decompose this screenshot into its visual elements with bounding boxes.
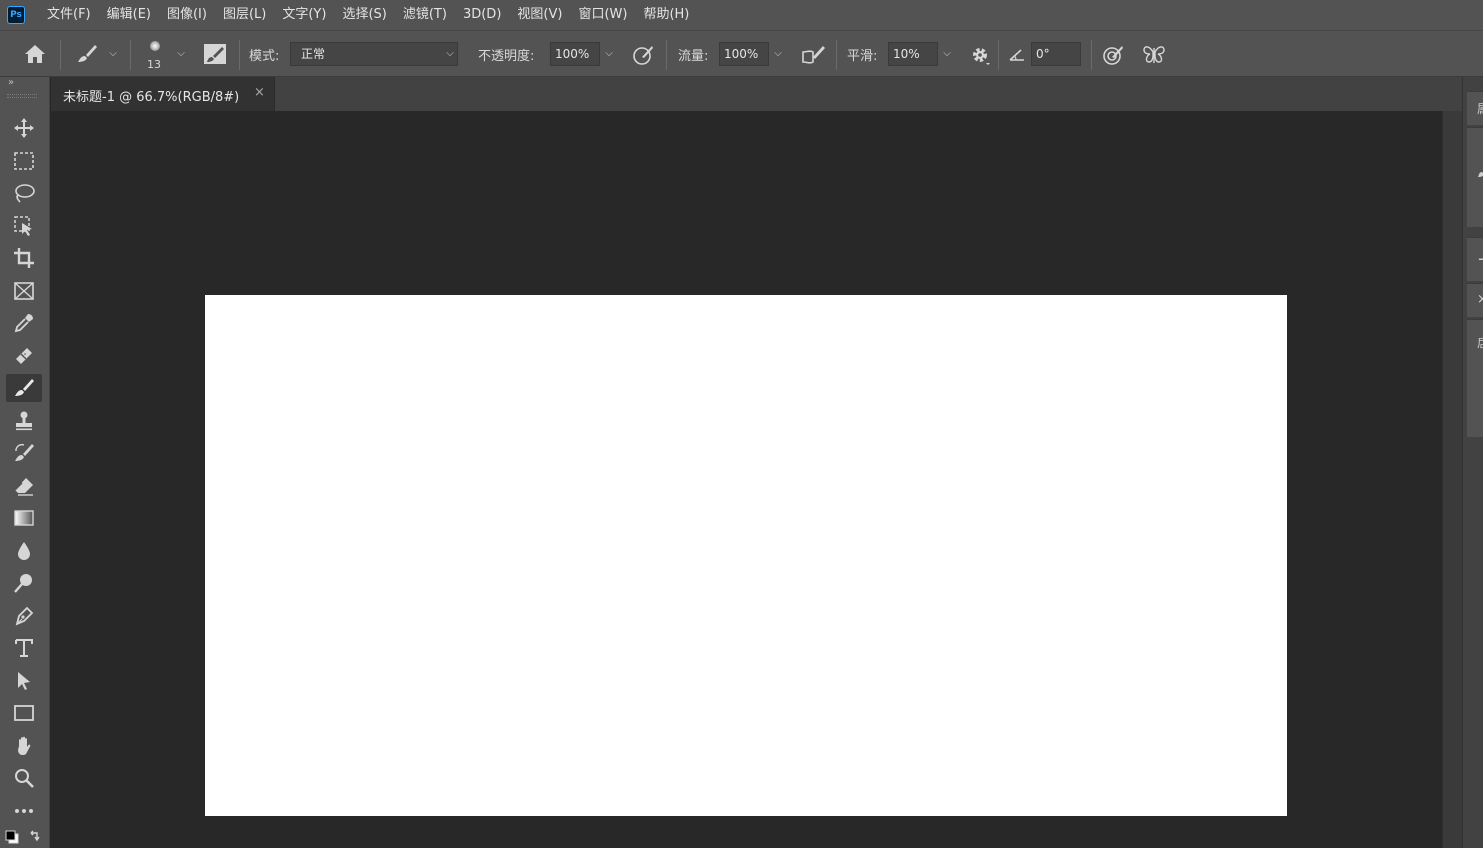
separator — [666, 40, 667, 70]
plus-glyph: + — [1477, 249, 1483, 270]
angle-icon — [1008, 47, 1026, 63]
menu-type[interactable]: 文字(Y) — [274, 0, 334, 30]
healing-brush-icon[interactable] — [6, 342, 42, 370]
chevron-down-icon[interactable]: ⌵ — [600, 42, 618, 66]
layers-glyph: 扂 — [1477, 334, 1483, 351]
vertical-scrollbar[interactable] — [1442, 111, 1462, 848]
chevron-down-icon[interactable]: ⌵ — [441, 42, 459, 66]
opacity-input[interactable]: 100% — [550, 42, 600, 66]
object-selection-icon[interactable] — [6, 212, 42, 240]
crop-icon[interactable] — [6, 244, 42, 272]
document-canvas[interactable] — [205, 295, 1287, 816]
symmetry-butterfly-icon[interactable] — [1142, 44, 1166, 66]
menu-file[interactable]: 文件(F) — [39, 0, 99, 30]
zoom-icon[interactable] — [6, 764, 42, 792]
menu-layer[interactable]: 图层(L) — [215, 0, 274, 30]
lasso-icon[interactable] — [6, 179, 42, 207]
opacity-label: 不透明度: — [478, 49, 535, 64]
more-tools-icon[interactable] — [6, 797, 42, 825]
menu-bar: Ps 文件(F) 编辑(E) 图像(I) 图层(L) 文字(Y) 选择(S) 滤… — [0, 0, 1483, 30]
photoshop-logo: Ps — [7, 6, 25, 24]
layers-panel-button[interactable]: 扂 — [1467, 319, 1483, 437]
properties-glyph: 属 — [1477, 100, 1483, 117]
document-tab-title: 未标题-1 @ 66.7%(RGB/8#) — [63, 90, 240, 105]
menu-filter[interactable]: 滤镜(T) — [395, 0, 455, 30]
frame-icon[interactable] — [6, 277, 42, 305]
collapse-toolbar-icon[interactable]: » — [8, 77, 14, 88]
close-panel-button[interactable]: × — [1467, 283, 1483, 317]
separator — [836, 40, 837, 70]
chevron-down-icon[interactable]: ⌵ — [938, 42, 956, 66]
document-tab-bar: 未标题-1 @ 66.7%(RGB/8#) × — [51, 77, 1462, 111]
smoothing-label: 平滑: — [847, 49, 878, 64]
properties-panel-button[interactable]: 属 — [1467, 91, 1483, 125]
menu-view[interactable]: 视图(V) — [509, 0, 570, 30]
menu-help[interactable]: 帮助(H) — [635, 0, 697, 30]
brush-settings-panel-icon[interactable] — [203, 43, 227, 65]
rectangular-marquee-icon[interactable] — [6, 147, 42, 175]
close-icon[interactable]: × — [254, 85, 265, 100]
logo-text: Ps — [10, 10, 22, 20]
chevron-down-icon[interactable]: ⌵ — [172, 42, 190, 66]
color-swatches-icon[interactable] — [2, 827, 48, 847]
menu-select[interactable]: 选择(S) — [334, 0, 394, 30]
menu-3d[interactable]: 3D(D) — [455, 0, 509, 30]
rectangle-shape-icon[interactable] — [6, 699, 42, 727]
brush-panel-button[interactable] — [1467, 127, 1483, 227]
eraser-icon[interactable] — [6, 472, 42, 500]
clone-stamp-icon[interactable] — [6, 407, 42, 435]
history-brush-icon[interactable] — [6, 439, 42, 467]
brush-size-label: 13 — [147, 58, 161, 71]
flow-input[interactable]: 100% — [719, 42, 769, 66]
pressure-opacity-icon[interactable] — [632, 44, 654, 66]
pen-icon[interactable] — [6, 602, 42, 630]
blur-drop-icon[interactable] — [6, 537, 42, 565]
brush-tool-icon[interactable] — [6, 374, 42, 402]
toolbar-grip[interactable] — [7, 94, 37, 98]
separator — [60, 40, 61, 70]
separator — [239, 40, 240, 70]
type-icon[interactable] — [6, 634, 42, 662]
menu-edit[interactable]: 编辑(E) — [99, 0, 159, 30]
hand-icon[interactable] — [6, 732, 42, 760]
dodge-icon[interactable] — [6, 569, 42, 597]
brush-angle-input[interactable]: 0° — [1031, 42, 1081, 66]
options-bar: ⌵ 13 ⌵ 模式: 正常 ⌵ 不透明度: 100% ⌵ 流量: 100% ⌵ … — [0, 30, 1483, 77]
separator — [998, 40, 999, 70]
brush-panel-icon — [1478, 162, 1483, 182]
path-selection-icon[interactable] — [6, 667, 42, 695]
gradient-icon[interactable] — [6, 504, 42, 532]
menu-window[interactable]: 窗口(W) — [570, 0, 635, 30]
home-icon[interactable] — [22, 43, 48, 65]
flow-label: 流量: — [678, 49, 709, 64]
chevron-down-icon[interactable]: ⌵ — [769, 42, 787, 66]
add-panel-button[interactable]: + — [1467, 237, 1483, 281]
gear-icon[interactable] — [969, 44, 991, 66]
separator — [1091, 40, 1092, 70]
separator — [130, 40, 131, 70]
brush-tip-preview[interactable] — [150, 41, 160, 51]
chevron-down-icon[interactable]: ⌵ — [104, 42, 122, 66]
tools-panel: » — [0, 77, 50, 848]
airbrush-icon[interactable] — [801, 44, 827, 66]
mode-label: 模式: — [249, 49, 280, 64]
canvas-workspace[interactable] — [51, 111, 1442, 848]
right-panel-strip: 属 + × 扂 — [1462, 77, 1483, 848]
move-tool-icon[interactable] — [6, 114, 42, 142]
blend-mode-select[interactable]: 正常 — [290, 42, 458, 66]
eyedropper-icon[interactable] — [6, 309, 42, 337]
menu-image[interactable]: 图像(I) — [159, 0, 215, 30]
pressure-size-icon[interactable] — [1102, 44, 1124, 66]
brush-preset-icon[interactable] — [76, 43, 98, 65]
smoothing-input[interactable]: 10% — [888, 42, 938, 66]
x-glyph: × — [1477, 292, 1483, 307]
document-tab[interactable]: 未标题-1 @ 66.7%(RGB/8#) × — [51, 77, 275, 111]
